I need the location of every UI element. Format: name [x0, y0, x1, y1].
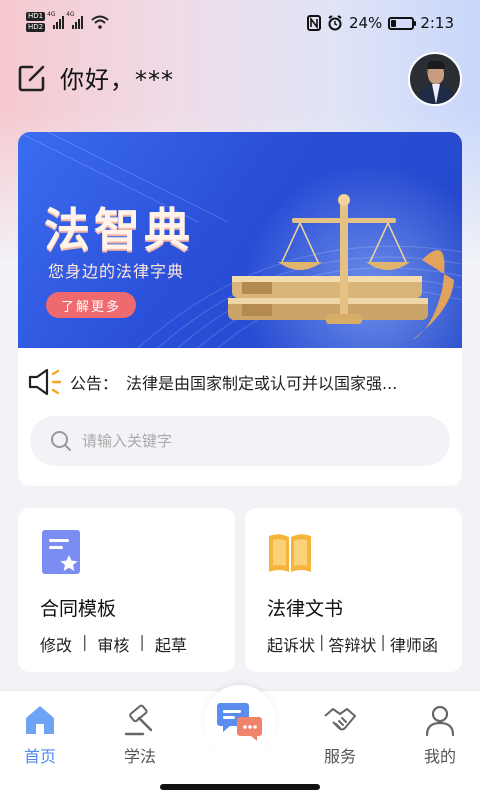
tag-modify[interactable]: 修改: [40, 632, 72, 656]
hd-indicator: HD1 HD2: [26, 12, 46, 32]
signal-2-label: 4G: [66, 11, 75, 18]
home-indicator[interactable]: [160, 784, 320, 790]
banner-title: 法智典: [44, 203, 194, 257]
battery-percent: 24%: [348, 14, 383, 32]
open-book-icon: [269, 534, 311, 572]
main-card: 法智典 您身边的法律字典 了解更多 公告： 法律是由国家制定或认可并以国家强..…: [18, 132, 462, 486]
notice-row[interactable]: 公告： 法律是由国家制定或认可并以国家强...: [28, 368, 452, 396]
status-right: 24% 2:13: [306, 14, 454, 32]
status-left: HD1 HD2 4G 4G: [26, 11, 109, 32]
hd-top-label: HD1: [26, 12, 46, 21]
signal-icon: 4G: [47, 11, 65, 29]
separator: |: [319, 632, 325, 651]
legal-document-card[interactable]: 法律文书 起诉状 | 答辩状 | 律师函: [245, 508, 462, 672]
edit-icon[interactable]: [18, 64, 46, 92]
home-icon: [26, 706, 54, 734]
status-bar: HD1 HD2 4G 4G 24% 2:13: [0, 0, 480, 48]
chat-bubbles-icon: [217, 703, 262, 741]
contract-template-title: 合同模板: [40, 598, 117, 620]
wifi-icon: [91, 15, 109, 29]
nav-consult[interactable]: [204, 685, 276, 757]
tag-defense[interactable]: 答辩状: [328, 632, 376, 656]
battery-fill: [391, 19, 397, 27]
battery-icon: [388, 16, 417, 30]
separator: |: [380, 632, 386, 651]
banner-subtitle: 您身边的法律字典: [48, 262, 185, 281]
learn-more-button[interactable]: 了解更多: [46, 292, 136, 318]
tag-lawyer-letter[interactable]: 律师函: [390, 632, 438, 656]
contract-template-icon: [42, 530, 80, 574]
tag-complaint[interactable]: 起诉状: [267, 632, 315, 656]
gavel-icon: [124, 704, 153, 736]
contract-template-card[interactable]: 合同模板 修改 | 审核 | 起草: [18, 508, 235, 672]
avatar[interactable]: [408, 52, 462, 106]
signal-1-label: 4G: [47, 11, 56, 18]
legal-document-tags: 起诉状 | 答辩状 | 律师函: [267, 632, 438, 656]
notice-label: 公告：: [70, 374, 119, 393]
separator: |: [82, 632, 88, 651]
nav-service[interactable]: 服务: [310, 703, 370, 767]
nav-learn-law-label: 学法: [123, 747, 156, 766]
clock: 2:13: [420, 14, 454, 32]
megaphone-icon: [28, 368, 62, 396]
nav-home-label: 首页: [23, 747, 56, 766]
tag-draft[interactable]: 起草: [155, 632, 187, 656]
search-bar[interactable]: [30, 416, 450, 466]
nav-mine-label: 我的: [423, 747, 456, 766]
notice-text: 法律是由国家制定或认可并以国家强...: [126, 374, 398, 393]
tag-review[interactable]: 审核: [97, 632, 129, 656]
greeting-row: 你好，***: [18, 60, 174, 95]
legal-document-title: 法律文书: [267, 598, 344, 620]
contract-template-tags: 修改 | 审核 | 起草: [40, 632, 187, 656]
nav-home[interactable]: 首页: [10, 703, 70, 767]
user-icon: [425, 705, 455, 737]
nav-mine[interactable]: 我的: [410, 703, 470, 767]
hd-bottom-label: HD2: [26, 23, 46, 32]
scales-of-justice-icon: [228, 194, 454, 340]
search-icon: [51, 431, 71, 451]
handshake-icon: [324, 708, 356, 731]
search-input[interactable]: [82, 432, 402, 450]
promo-banner[interactable]: 法智典 您身边的法律字典 了解更多: [18, 132, 462, 348]
greeting-text: 你好，***: [60, 66, 174, 94]
nav-service-label: 服务: [323, 747, 356, 766]
nav-learn-law[interactable]: 学法: [110, 703, 170, 767]
signal-icon: 4G: [66, 11, 84, 29]
nfc-icon: [306, 15, 321, 31]
separator: |: [139, 632, 145, 651]
alarm-icon: [328, 15, 342, 31]
